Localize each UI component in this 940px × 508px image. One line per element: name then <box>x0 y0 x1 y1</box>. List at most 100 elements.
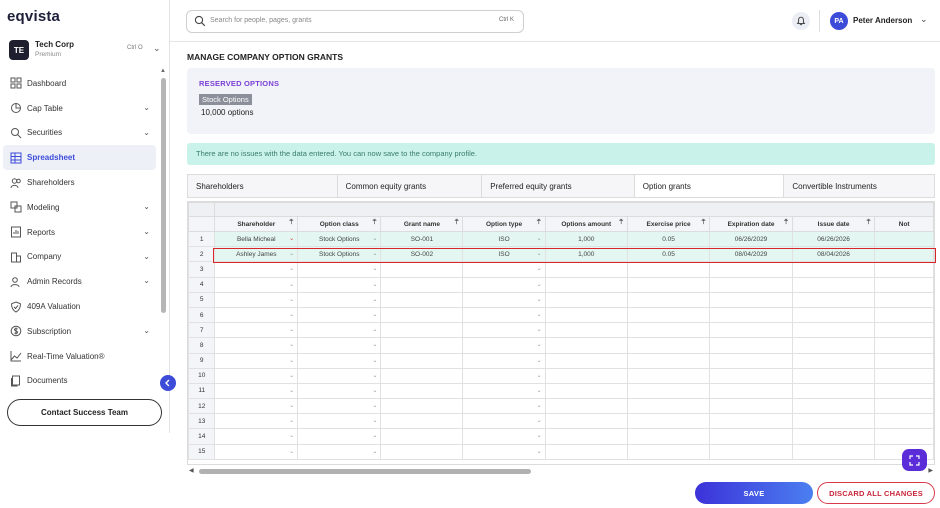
sidebar-item-dashboard[interactable]: Dashboard <box>0 71 158 96</box>
grid-cell[interactable]: ⌄ <box>214 413 299 430</box>
grid-cell[interactable] <box>791 291 876 308</box>
grid-cell[interactable] <box>874 337 934 354</box>
dropdown-caret-icon[interactable]: ⌄ <box>289 432 294 439</box>
sidebar-item-modeling[interactable]: Modeling ⌄ <box>0 195 158 220</box>
grid-cell[interactable]: ⌄ <box>462 352 546 369</box>
grid-cell[interactable]: ⌄ <box>297 276 382 293</box>
eqvista-logo[interactable]: eqvista <box>7 8 60 25</box>
scroll-up-icon[interactable]: ▲ <box>160 68 166 74</box>
dropdown-caret-icon[interactable]: ⌄ <box>537 372 542 379</box>
grid-cell[interactable]: 1,000 <box>544 230 628 248</box>
grid-cell[interactable] <box>544 322 628 339</box>
grid-cell[interactable] <box>874 322 934 339</box>
grid-cell[interactable] <box>709 306 793 324</box>
grid-cell[interactable]: ⌄ <box>297 413 382 430</box>
chevron-down-icon[interactable]: ⌄ <box>143 227 150 236</box>
grid-cell[interactable]: ⌄ <box>462 367 546 384</box>
grid-cell[interactable]: ⌄ <box>214 398 299 415</box>
grid-cell[interactable] <box>874 398 934 415</box>
grid-cell[interactable]: Stock Options ⌄ <box>297 246 382 263</box>
sidebar-item-cap-table[interactable]: Cap Table ⌄ <box>0 96 158 121</box>
chevron-down-icon[interactable]: ⌄ <box>143 103 150 112</box>
grid-cell[interactable] <box>544 428 628 445</box>
user-name[interactable]: Peter Anderson <box>853 16 912 25</box>
grid-cell[interactable]: 08/04/2029 <box>709 246 793 263</box>
dropdown-caret-icon[interactable]: ⌄ <box>537 341 542 348</box>
grid-cell[interactable] <box>791 322 876 339</box>
dropdown-caret-icon[interactable]: ⌄ <box>537 235 542 242</box>
grid-cell[interactable] <box>544 352 628 369</box>
dropdown-caret-icon[interactable]: ⌄ <box>289 311 294 318</box>
sidebar-item-subscription[interactable]: Subscription ⌄ <box>0 319 158 344</box>
grid-cell[interactable] <box>874 246 934 263</box>
grid-cell[interactable]: ⌄ <box>297 291 382 308</box>
sidebar-item-securities[interactable]: Securities ⌄ <box>0 121 158 146</box>
dropdown-caret-icon[interactable]: ⌄ <box>537 326 542 333</box>
chevron-down-icon[interactable]: ⌄ <box>143 128 150 137</box>
grid-cell[interactable] <box>380 261 464 278</box>
grid-cell[interactable]: 1,000 <box>544 246 628 263</box>
grid-cell[interactable] <box>544 413 628 430</box>
grid-cell[interactable]: Ashley James ⌄ <box>214 246 299 263</box>
grid-cell[interactable] <box>380 398 464 415</box>
tab-convertible-instruments[interactable]: Convertible Instruments <box>784 175 934 197</box>
grid-cell[interactable] <box>791 413 876 430</box>
grid-cell[interactable]: ISO ⌄ <box>462 246 546 263</box>
sidebar-item-reports[interactable]: Reports ⌄ <box>0 220 158 245</box>
grid-cell[interactable] <box>380 367 464 384</box>
grid-cell[interactable]: 08/04/2026 <box>791 246 876 263</box>
grid-scroll-thumb[interactable] <box>199 469 531 474</box>
grid-cell[interactable] <box>626 352 711 369</box>
grid-cell[interactable] <box>380 291 464 308</box>
sidebar-item-documents[interactable]: Documents <box>0 369 158 394</box>
dropdown-caret-icon[interactable]: ⌄ <box>537 448 542 455</box>
dropdown-caret-icon[interactable]: ⌄ <box>289 281 294 288</box>
column-header[interactable]: Exercise price ⍑ <box>626 216 711 232</box>
grid-cell[interactable] <box>626 291 711 308</box>
grid-cell[interactable] <box>380 276 464 293</box>
pin-icon[interactable]: ⍑ <box>373 220 377 227</box>
grid-cell[interactable] <box>709 261 793 278</box>
dropdown-caret-icon[interactable]: ⌄ <box>372 326 377 333</box>
grid-cell[interactable] <box>874 382 934 400</box>
grid-cell[interactable] <box>709 291 793 308</box>
grid-cell[interactable] <box>380 443 464 460</box>
grid-cell[interactable] <box>791 306 876 324</box>
grid-cell[interactable] <box>709 367 793 384</box>
dropdown-caret-icon[interactable]: ⌄ <box>289 417 294 424</box>
grid-cell[interactable] <box>709 428 793 445</box>
grid-cell[interactable] <box>626 398 711 415</box>
column-header[interactable]: Option class ⍑ <box>297 216 382 232</box>
grid-cell[interactable] <box>709 276 793 293</box>
grid-cell[interactable] <box>626 306 711 324</box>
grid-cell[interactable] <box>874 291 934 308</box>
grid-cell[interactable]: ⌄ <box>297 398 382 415</box>
grid-cell[interactable]: ⌄ <box>462 428 546 445</box>
grid-cell[interactable]: ⌄ <box>297 367 382 384</box>
dropdown-caret-icon[interactable]: ⌄ <box>372 372 377 379</box>
grid-cell[interactable] <box>626 428 711 445</box>
dropdown-caret-icon[interactable]: ⌄ <box>372 311 377 318</box>
grid-cell[interactable]: ⌄ <box>214 443 299 460</box>
dropdown-caret-icon[interactable]: ⌄ <box>372 296 377 303</box>
grid-cell[interactable]: ⌄ <box>214 367 299 384</box>
grid-cell[interactable]: ⌄ <box>462 382 546 400</box>
chevron-down-icon[interactable]: ⌄ <box>153 43 161 54</box>
grid-cell[interactable] <box>709 443 793 460</box>
sidebar-scrollbar[interactable] <box>161 78 166 313</box>
dropdown-caret-icon[interactable]: ⌄ <box>537 281 542 288</box>
grid-cell[interactable] <box>791 276 876 293</box>
grid-cell[interactable] <box>626 367 711 384</box>
grid-cell[interactable] <box>791 443 876 460</box>
grid-cell[interactable] <box>709 337 793 354</box>
dropdown-caret-icon[interactable]: ⌄ <box>537 357 542 364</box>
grid-cell[interactable] <box>791 398 876 415</box>
grid-cell[interactable] <box>709 322 793 339</box>
grid-cell[interactable]: ⌄ <box>462 443 546 460</box>
grid-cell[interactable]: ⌄ <box>297 382 382 400</box>
grid-cell[interactable] <box>791 367 876 384</box>
dropdown-caret-icon[interactable]: ⌄ <box>537 250 542 257</box>
grid-cell[interactable]: ⌄ <box>297 261 382 278</box>
notifications-button[interactable] <box>792 12 810 30</box>
dropdown-caret-icon[interactable]: ⌄ <box>537 387 542 394</box>
